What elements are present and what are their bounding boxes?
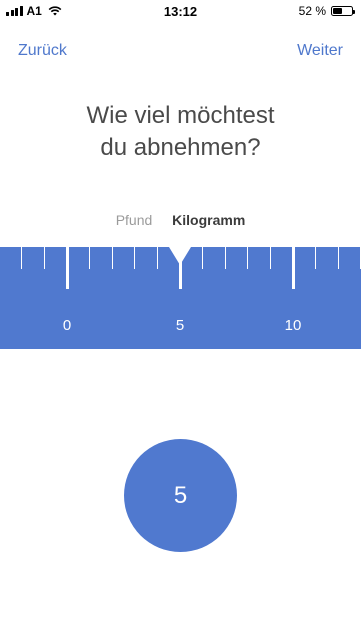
battery-cap xyxy=(353,10,355,14)
selected-value-circle: 5 xyxy=(124,439,237,552)
question-title: Wie viel möchtest du abnehmen? xyxy=(0,100,361,164)
question-line-1: Wie viel möchtest xyxy=(86,102,275,129)
battery-icon xyxy=(331,6,355,16)
ruler-minor-tick xyxy=(111,247,113,269)
ruler-minor-tick xyxy=(43,247,45,269)
ruler-minor-tick xyxy=(337,247,339,269)
ruler-minor-tick xyxy=(247,247,249,269)
battery-fill xyxy=(333,8,343,14)
ruler-pointer-stem xyxy=(179,261,182,289)
next-button[interactable]: Weiter xyxy=(297,42,343,60)
status-bar: A1 13:12 52 % xyxy=(0,0,361,22)
unit-switch[interactable]: Pfund Kilogramm xyxy=(0,212,361,228)
ruler-major-tick xyxy=(291,247,295,289)
ruler-pointer-icon xyxy=(169,247,191,265)
back-button[interactable]: Zurück xyxy=(18,42,67,60)
ruler-label-10: 10 xyxy=(284,317,302,334)
ruler-minor-tick xyxy=(224,247,226,269)
ruler-minor-tick xyxy=(315,247,317,269)
status-right: 52 % xyxy=(298,4,355,18)
weight-ruler-slider[interactable]: 0 5 10 xyxy=(0,247,361,349)
unit-option-pound[interactable]: Pfund xyxy=(116,212,153,228)
ruler-minor-tick xyxy=(202,247,204,269)
ruler-minor-tick xyxy=(269,247,271,269)
question-line-2: du abnehmen? xyxy=(100,134,261,161)
ruler-minor-tick xyxy=(156,247,158,269)
battery-percent: 52 % xyxy=(298,4,326,18)
ruler-major-tick xyxy=(65,247,69,289)
ruler-minor-tick xyxy=(89,247,91,269)
ruler-label-5: 5 xyxy=(175,317,185,334)
ruler-minor-tick xyxy=(21,247,23,269)
ruler-minor-tick xyxy=(134,247,136,269)
ruler-label-0: 0 xyxy=(62,317,72,334)
selected-value: 5 xyxy=(173,481,188,509)
unit-option-kilogram[interactable]: Kilogramm xyxy=(172,212,245,228)
